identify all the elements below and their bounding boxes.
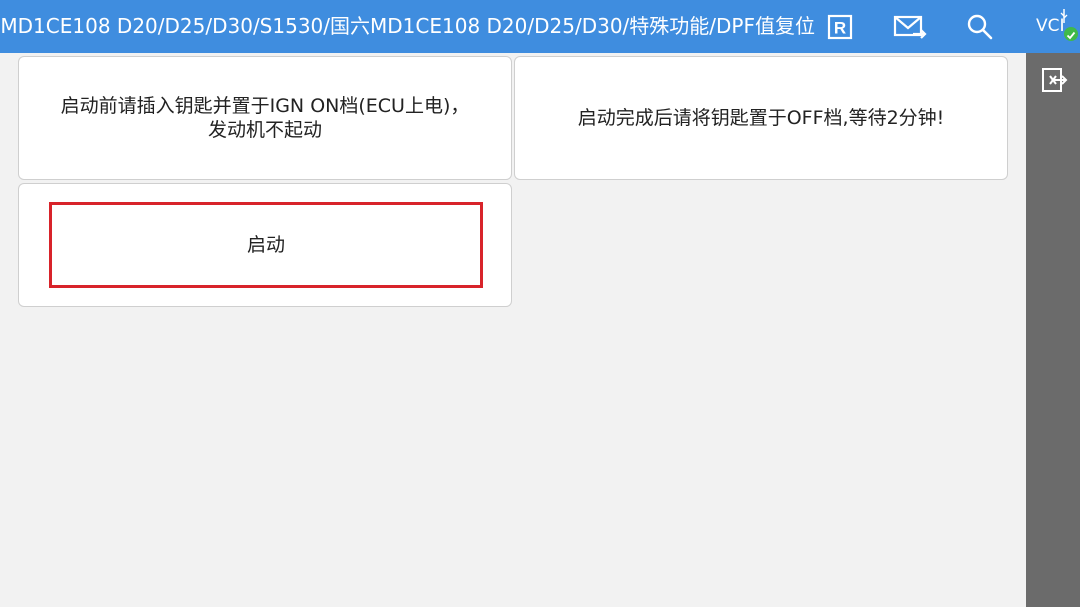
vci-status[interactable]: VCI (1026, 0, 1080, 53)
r-report-icon: R (827, 14, 853, 39)
instruction-after-start: 启动完成后请将钥匙置于OFF档,等待2分钟! (514, 56, 1008, 180)
message-button[interactable] (888, 0, 932, 53)
exit-button[interactable] (1040, 66, 1068, 94)
breadcrumb-title: 国六MD1CE108 D20/D25/D30/S1530/国六MD1CE108 … (0, 0, 815, 53)
start-button[interactable]: 启动 (49, 202, 483, 288)
search-icon (967, 14, 993, 39)
right-sidebar: VCI (1026, 0, 1080, 607)
instruction-before-text: 启动前请插入钥匙并置于IGN ON档(ECU上电)，发动机不起动 (60, 95, 470, 141)
usb-icon (1060, 9, 1068, 23)
exit-icon (1042, 68, 1068, 92)
vci-connected-check-icon (1064, 27, 1078, 41)
start-card[interactable]: 启动 (18, 183, 512, 307)
instruction-before-start: 启动前请插入钥匙并置于IGN ON档(ECU上电)，发动机不起动 (18, 56, 512, 180)
screen: 国六MD1CE108 D20/D25/D30/S1530/国六MD1CE108 … (0, 0, 1080, 607)
instruction-after-text: 启动完成后请将钥匙置于OFF档,等待2分钟! (577, 107, 945, 129)
top-bar: 国六MD1CE108 D20/D25/D30/S1530/国六MD1CE108 … (0, 0, 1026, 53)
breadcrumb-title-text: 国六MD1CE108 D20/D25/D30/S1530/国六MD1CE108 … (0, 14, 815, 38)
report-button[interactable]: R (822, 0, 858, 53)
svg-text:R: R (834, 18, 846, 37)
search-button[interactable] (958, 0, 1002, 53)
mail-icon (893, 15, 927, 39)
start-button-label: 启动 (246, 234, 285, 256)
